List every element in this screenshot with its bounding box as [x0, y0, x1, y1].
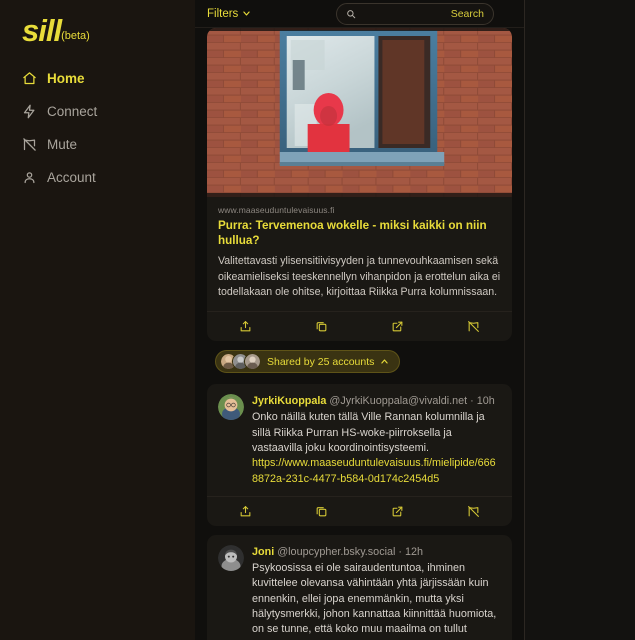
post-author-handle: @JyrkiKuoppala@vivaldi.net — [329, 395, 468, 408]
search-input[interactable]: Search — [336, 2, 494, 25]
link-card-meta: www.maaseuduntulevaisuus.fi Purra: Terve… — [207, 197, 512, 311]
feed-column: Filters Search www.maaseuduntulevaisuus.… — [195, 0, 525, 640]
sidebar-item-mute[interactable]: Mute — [22, 133, 195, 156]
home-icon — [22, 71, 37, 86]
link-headline[interactable]: Purra: Tervemenoa wokelle - miksi kaikki… — [218, 219, 501, 248]
search-submit-label[interactable]: Search — [451, 8, 484, 20]
avatar — [244, 353, 261, 371]
post-text: Psykoosissa ei ole sairaudentuntoa, ihmi… — [252, 562, 497, 640]
post-card: Joni @loupcypher.bsky.social · 12h Psyko… — [207, 535, 512, 640]
post-timestamp: 10h — [476, 395, 495, 408]
sidebar-item-connect[interactable]: Connect — [22, 100, 195, 123]
link-card-actions — [207, 311, 512, 341]
sidebar: sill (beta) Home Connect Mute Account — [0, 0, 195, 640]
share-icon[interactable] — [207, 320, 283, 333]
sidebar-item-label: Account — [47, 170, 96, 186]
shared-by-label: Shared by 25 accounts — [267, 355, 375, 368]
post-actions — [207, 496, 512, 526]
chevron-up-icon — [380, 357, 389, 366]
post-link[interactable]: https://www.maaseuduntulevaisuus.fi/miel… — [252, 456, 501, 487]
post-author-name[interactable]: Joni — [252, 546, 274, 558]
avatar[interactable] — [218, 394, 244, 421]
sidebar-item-home[interactable]: Home — [22, 67, 195, 90]
post: Joni @loupcypher.bsky.social · 12h Psyko… — [207, 535, 512, 640]
feed-list: www.maaseuduntulevaisuus.fi Purra: Terve… — [195, 28, 524, 640]
logo-text: sill — [22, 13, 62, 48]
post-author-handle: @loupcypher.bsky.social — [277, 546, 396, 558]
copy-icon[interactable] — [283, 505, 359, 518]
post: JyrkiKuoppala @JyrkiKuoppala@vivaldi.net… — [207, 384, 512, 496]
mute-flag-icon[interactable] — [436, 320, 512, 333]
post-header: Joni @loupcypher.bsky.social · 12h — [252, 545, 501, 559]
shared-by-toggle[interactable]: Shared by 25 accounts — [215, 350, 401, 374]
app-root: sill (beta) Home Connect Mute Account Fi… — [0, 0, 635, 640]
post-header: JyrkiKuoppala @JyrkiKuoppala@vivaldi.net… — [252, 394, 501, 408]
external-link-icon[interactable] — [360, 505, 436, 518]
mute-flag-icon[interactable] — [436, 505, 512, 518]
right-pane — [525, 0, 635, 640]
top-toolbar: Filters Search — [195, 0, 524, 28]
avatar[interactable] — [218, 545, 244, 571]
sidebar-item-label: Mute — [47, 137, 78, 153]
person-icon — [22, 170, 37, 185]
app-logo[interactable]: sill (beta) — [22, 13, 195, 48]
post-body: JyrkiKuoppala @JyrkiKuoppala@vivaldi.net… — [252, 394, 501, 487]
mute-flag-icon — [22, 137, 37, 152]
share-icon[interactable] — [207, 505, 283, 518]
link-host: www.maaseuduntulevaisuus.fi — [218, 205, 335, 215]
sidebar-item-label: Connect — [47, 104, 98, 120]
post-text: Onko näillä kuten tällä Ville Rannan kol… — [252, 411, 485, 455]
link-preview-image[interactable] — [207, 28, 512, 197]
post-separator: · — [398, 546, 402, 558]
filters-label: Filters — [207, 7, 239, 20]
sidebar-item-account[interactable]: Account — [22, 166, 195, 189]
post-card: JyrkiKuoppala @JyrkiKuoppala@vivaldi.net… — [207, 384, 512, 526]
post-body: Joni @loupcypher.bsky.social · 12h Psyko… — [252, 545, 501, 640]
logo-beta-tag: (beta) — [61, 29, 90, 42]
post-author-name[interactable]: JyrkiKuoppala — [252, 395, 326, 407]
search-icon — [346, 9, 356, 19]
chevron-down-icon — [242, 9, 251, 18]
post-timestamp: 12h — [405, 546, 424, 558]
link-card: www.maaseuduntulevaisuus.fi Purra: Terve… — [207, 28, 512, 342]
sidebar-item-label: Home — [47, 71, 85, 87]
post-separator: · — [470, 395, 474, 408]
copy-icon[interactable] — [283, 320, 359, 333]
shared-by-row: Shared by 25 accounts — [215, 350, 512, 375]
external-link-icon[interactable] — [360, 320, 436, 333]
link-description: Valitettavasti ylisensitiivisyyden ja tu… — [218, 255, 501, 298]
filters-dropdown[interactable]: Filters — [207, 8, 251, 20]
bolt-icon — [22, 104, 37, 119]
shared-avatar-stack — [220, 353, 261, 371]
